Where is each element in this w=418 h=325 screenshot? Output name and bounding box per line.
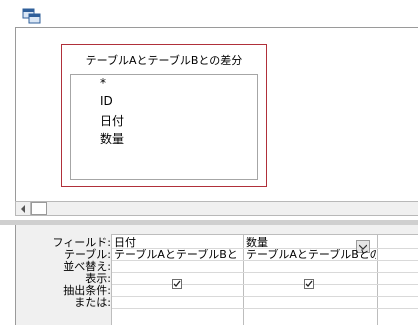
scroll-left-button[interactable] bbox=[16, 202, 31, 215]
field-item-quantity[interactable]: 数量 bbox=[100, 130, 124, 147]
scroll-thumb[interactable] bbox=[31, 202, 47, 215]
row-separator bbox=[112, 284, 418, 285]
grid-cell-field-2[interactable]: 数量 bbox=[246, 237, 354, 249]
checkmark-icon bbox=[173, 280, 181, 287]
grid-cell-field-1[interactable]: 日付 bbox=[114, 237, 241, 249]
row-separator bbox=[112, 296, 418, 297]
show-checkbox-2[interactable] bbox=[304, 279, 314, 289]
field-list-title[interactable]: テーブルAとテーブルBとの差分 bbox=[62, 52, 266, 68]
grid-cell-table-2[interactable]: テーブルAとテーブルBとの bbox=[246, 249, 376, 261]
query-design-icon bbox=[22, 8, 42, 24]
show-checkbox-1[interactable] bbox=[172, 279, 182, 289]
field-list-window[interactable]: テーブルAとテーブルBとの差分 bbox=[61, 44, 267, 187]
row-separator bbox=[112, 272, 418, 273]
arrow-left-icon bbox=[21, 204, 25, 213]
field-item-all[interactable]: * bbox=[100, 76, 106, 90]
field-list-box[interactable] bbox=[70, 74, 258, 180]
row-label-or: または: bbox=[74, 296, 111, 309]
checkmark-icon bbox=[305, 280, 313, 287]
field-item-id[interactable]: ID bbox=[100, 94, 113, 108]
row-separator bbox=[112, 308, 418, 309]
grid-cell-table-1[interactable]: テーブルAとテーブルBと bbox=[114, 249, 241, 261]
field-item-date[interactable]: 日付 bbox=[100, 112, 124, 129]
horizontal-scrollbar[interactable] bbox=[15, 201, 418, 216]
